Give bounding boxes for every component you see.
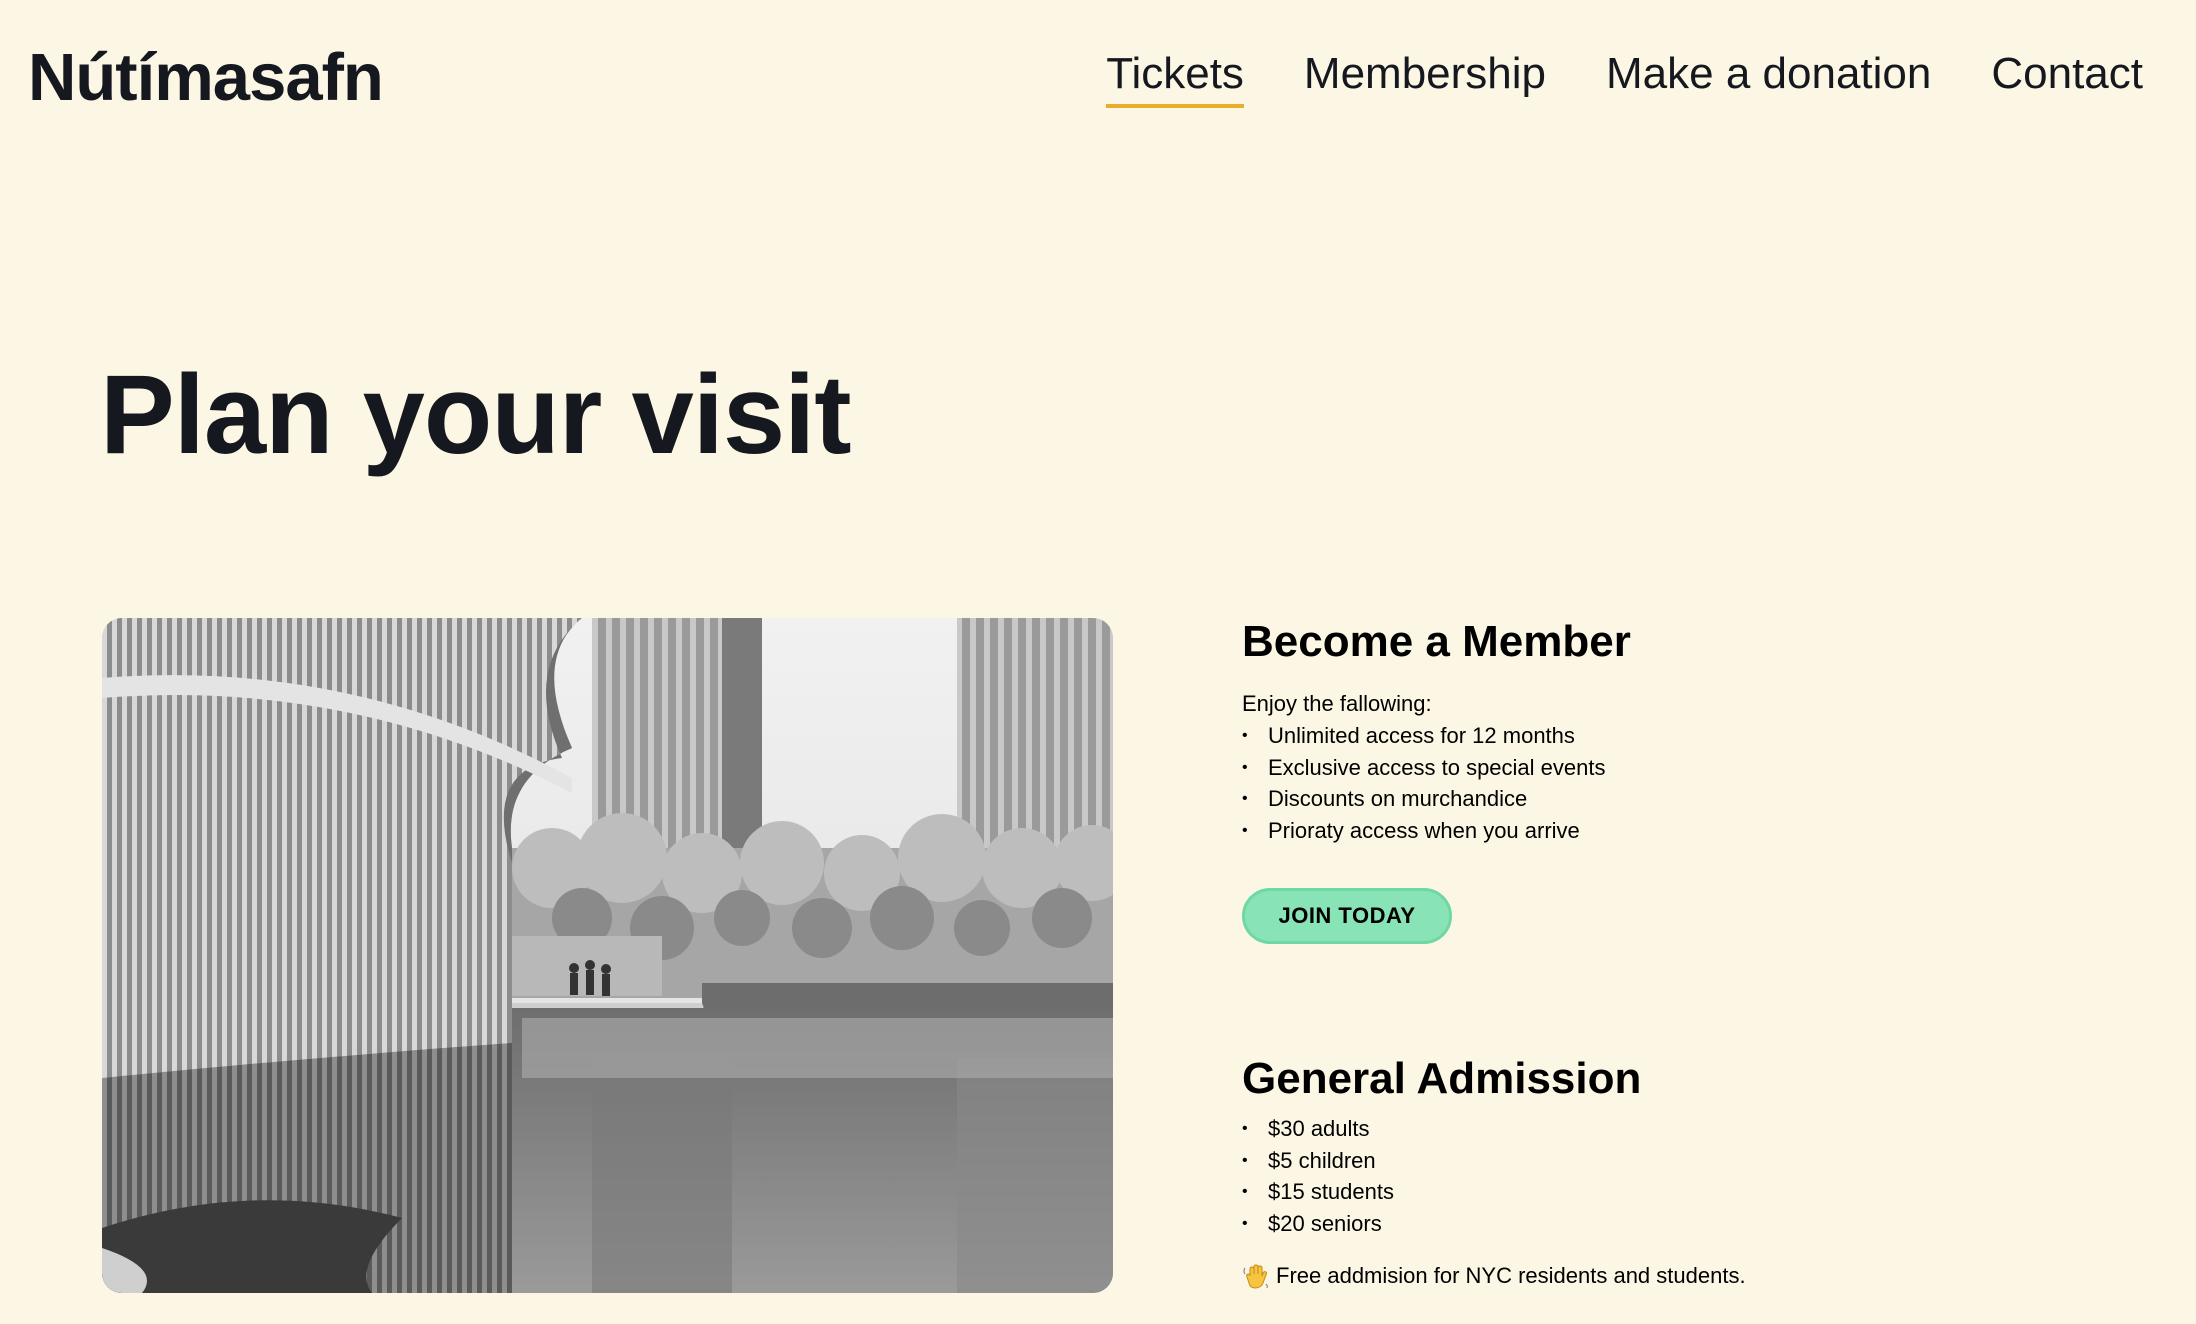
membership-intro: Enjoy the fallowing: — [1242, 691, 1432, 716]
page: Nútímasafn Tickets Membership Make a don… — [0, 0, 2196, 1324]
nav-tickets[interactable]: Tickets — [1106, 44, 1244, 108]
list-item: $30 adults — [1242, 1113, 2142, 1145]
page-title: Plan your visit — [100, 352, 852, 477]
info-column: Become a Member Enjoy the fallowing: Unl… — [1242, 614, 2142, 1289]
admission-prices-list: $30 adults $5 children $15 students $20 … — [1242, 1113, 2142, 1239]
main-nav: Tickets Membership Make a donation Conta… — [1106, 44, 2143, 108]
museum-building-photo — [102, 618, 1113, 1293]
list-item: Discounts on murchandice — [1242, 783, 2142, 815]
list-item: $20 seniors — [1242, 1208, 2142, 1240]
free-admission-note: Free addmision for NYC residents and stu… — [1242, 1261, 2142, 1291]
admission-section: General Admission $30 adults $5 children… — [1242, 1051, 2142, 1291]
membership-heading: Become a Member — [1242, 617, 1631, 666]
list-item: Exclusive access to special events — [1242, 752, 2142, 784]
site-header: Nútímasafn Tickets Membership Make a don… — [0, 0, 2196, 150]
join-today-button[interactable]: JOIN TODAY — [1242, 888, 1452, 944]
site-logo[interactable]: Nútímasafn — [28, 38, 384, 118]
membership-benefits-list: Unlimited access for 12 months Exclusive… — [1242, 720, 2142, 846]
list-item: $15 students — [1242, 1176, 2142, 1208]
museum-building-illustration — [102, 618, 1113, 1293]
admission-heading: General Admission — [1242, 1054, 1642, 1103]
nav-contact[interactable]: Contact — [1991, 44, 2143, 104]
nav-make-a-donation[interactable]: Make a donation — [1606, 44, 1931, 104]
waving-hand-icon — [1242, 1262, 1270, 1290]
list-item: Prioraty access when you arrive — [1242, 815, 2142, 847]
list-item: Unlimited access for 12 months — [1242, 720, 2142, 752]
membership-section: Become a Member Enjoy the fallowing: Unl… — [1242, 614, 2142, 944]
nav-membership[interactable]: Membership — [1304, 44, 1546, 104]
list-item: $5 children — [1242, 1145, 2142, 1177]
free-admission-text: Free addmision for NYC residents and stu… — [1276, 1263, 1746, 1288]
